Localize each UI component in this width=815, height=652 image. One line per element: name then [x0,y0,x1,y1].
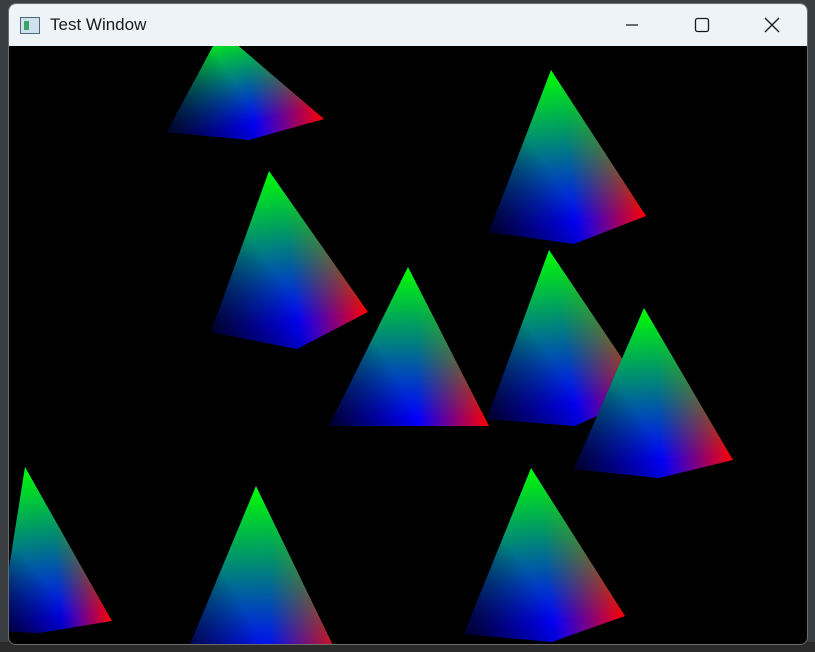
pyramid-edge-shade [489,70,646,244]
pyramid-7 [9,467,112,633]
window-app-icon[interactable] [20,16,40,34]
pyramid-edge-shade [464,468,625,642]
window-controls [597,4,807,46]
pyramid-8 [190,486,333,644]
minimize-button[interactable] [597,4,667,46]
test-window: Test Window [8,3,808,645]
pyramid-edge-shade [9,467,112,633]
title-bar[interactable]: Test Window [9,4,807,46]
pyramid-3 [211,171,368,349]
pyramid-edge-shade [190,486,333,644]
pyramid-2 [489,70,646,244]
maximize-icon [694,17,710,33]
scene-svg [9,46,733,644]
minimize-icon [626,24,638,26]
pyramid-1 [167,46,324,140]
pyramid-edge-shade [211,171,368,349]
close-icon [764,17,780,33]
close-button[interactable] [737,4,807,46]
render-canvas[interactable] [9,46,807,644]
window-title: Test Window [50,15,147,34]
maximize-button[interactable] [667,4,737,46]
pyramid-9 [464,468,625,642]
pyramid-edge-shade [167,46,324,140]
